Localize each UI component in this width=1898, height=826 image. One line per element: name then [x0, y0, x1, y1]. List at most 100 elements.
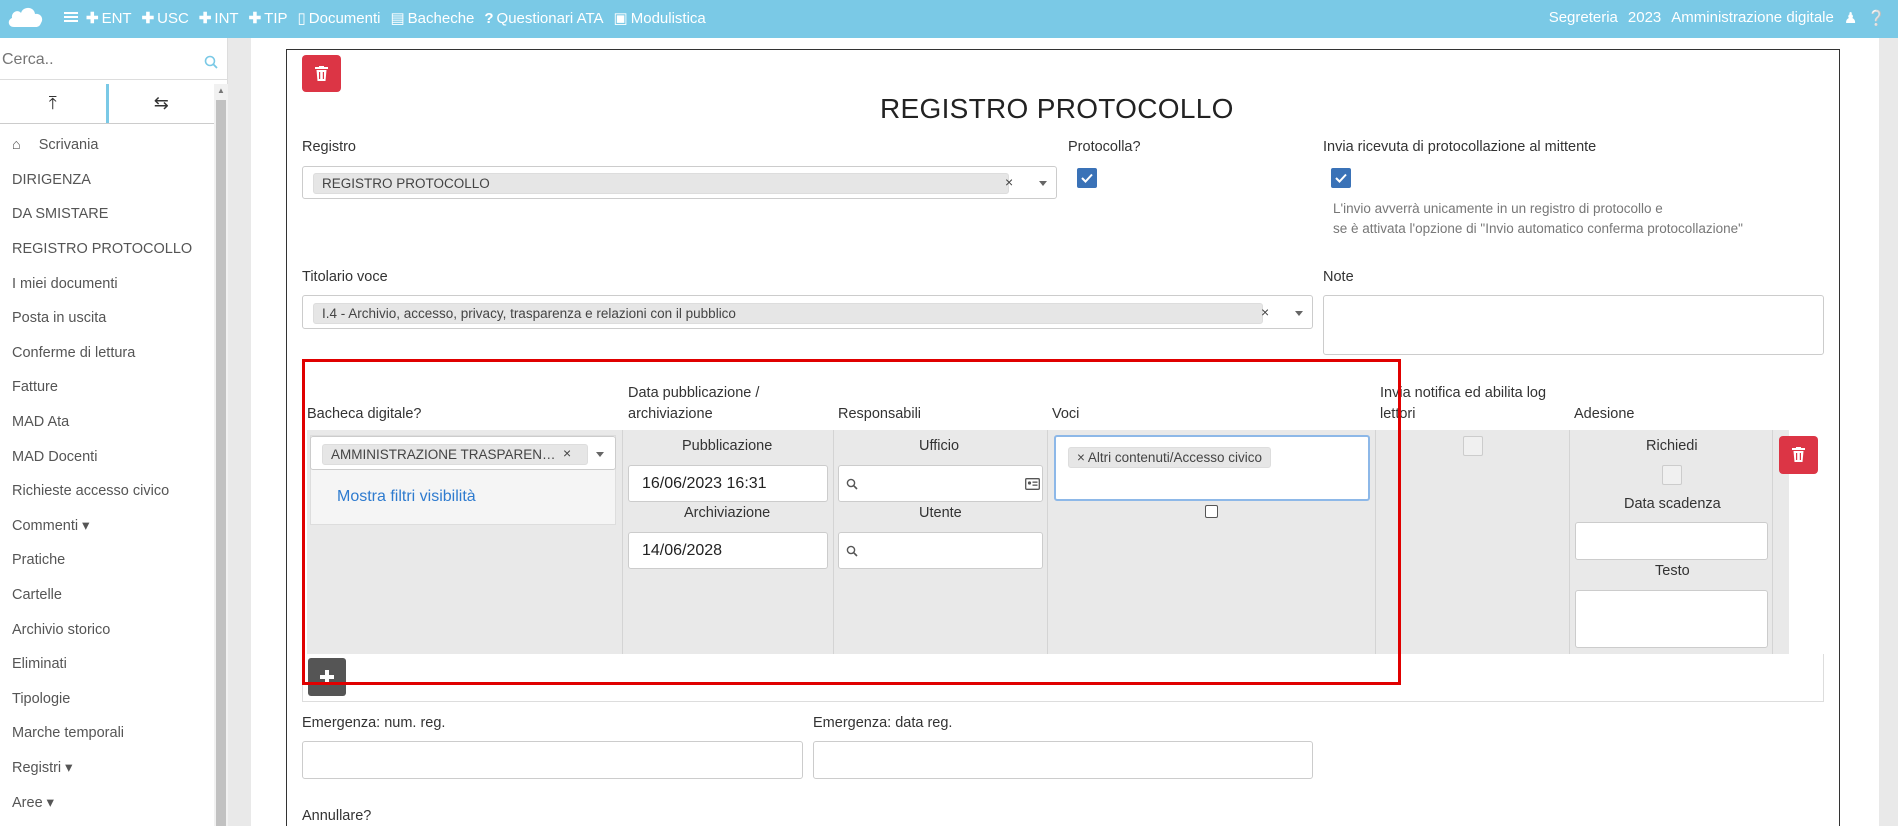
scroll-up-icon[interactable]: ▲ — [217, 86, 225, 95]
ricevuta-hint-2: se è attivata l'opzione di "Invio automa… — [1333, 221, 1743, 236]
upload-arrow-icon: ⤒ — [48, 93, 57, 113]
sidebar-item-commenti[interactable]: Commenti ▾ — [0, 509, 214, 544]
sidebar-item-mad-docenti[interactable]: MAD Docenti — [0, 439, 214, 474]
nav-questionari[interactable]: ? Questionari ATA — [484, 9, 603, 27]
year-link[interactable]: 2023 — [1628, 9, 1661, 27]
ricevuta-hint-1: L'invio avverrà unicamente in un registr… — [1333, 201, 1663, 216]
sidebar-item-mad-ata[interactable]: MAD Ata — [0, 405, 214, 440]
sidebar-item-miei-documenti[interactable]: I miei documenti — [0, 266, 214, 301]
column-divider — [1772, 430, 1773, 654]
document-icon: ▯ — [297, 10, 306, 27]
sidebar-item-registri[interactable]: Registri ▾ — [0, 751, 214, 786]
home-icon: ⌂ — [12, 137, 21, 154]
sidebar-item-dirigenza[interactable]: DIRIGENZA — [0, 163, 214, 198]
check-icon — [1081, 173, 1093, 183]
richiedi-checkbox[interactable] — [1662, 465, 1682, 485]
ricevuta-checkbox[interactable] — [1331, 168, 1351, 188]
search-icon[interactable] — [204, 55, 218, 69]
note-textarea[interactable] — [1323, 295, 1824, 355]
admin-link[interactable]: Amministrazione digitale — [1671, 9, 1834, 27]
sidebar-item-da-smistare[interactable]: DA SMISTARE — [0, 197, 214, 232]
trash-icon — [315, 66, 328, 81]
sidebar-item-archivio-storico[interactable]: Archivio storico — [0, 612, 214, 647]
sidebar-item-pratiche[interactable]: Pratiche — [0, 543, 214, 578]
titolario-label: Titolario voce — [302, 269, 388, 285]
sidebar-item-posta-uscita[interactable]: Posta in uscita — [0, 301, 214, 336]
note-label: Note — [1323, 269, 1354, 285]
top-nav: ✚ ENT ✚ USC ✚ INT ✚ TIP ▯ Documenti ▤ Bacheche… — [86, 9, 706, 28]
scrollbar-thumb[interactable] — [216, 100, 226, 826]
user-icon[interactable]: ♟ — [1844, 9, 1857, 27]
emergenza-num-label: Emergenza: num. reg. — [302, 715, 446, 731]
sidebar-menu: ⌂ Scrivania DIRIGENZA DA SMISTARE REGISTR… — [0, 128, 214, 820]
refresh-cycle-icon: ⇆ — [153, 93, 169, 113]
testo-label: Testo — [1655, 563, 1690, 579]
registro-select[interactable]: REGISTRO PROTOCOLLO × — [302, 166, 1057, 199]
adesione-header: Adesione — [1574, 406, 1635, 422]
nav-int[interactable]: ✚ INT — [198, 9, 239, 28]
nav-documenti[interactable]: ▯ Documenti — [297, 9, 381, 28]
sidebar-item-conferme-lettura[interactable]: Conferme di lettura — [0, 336, 214, 371]
data-scadenza-label: Data scadenza — [1624, 496, 1721, 512]
upload-tab[interactable]: ⤒ — [0, 84, 109, 123]
sidebar-item-fatture[interactable]: Fatture — [0, 370, 214, 405]
titolario-select[interactable]: I.4 - Archivio, accesso, privacy, traspa… — [302, 295, 1313, 329]
sidebar-item-tipologie[interactable]: Tipologie — [0, 682, 214, 717]
delete-row-button[interactable] — [1779, 436, 1818, 474]
protocolla-label: Protocolla? — [1068, 139, 1141, 155]
nav-bacheche[interactable]: ▤ Bacheche — [390, 9, 474, 28]
notifica-checkbox[interactable] — [1463, 436, 1483, 456]
form-icon: ▣ — [613, 10, 628, 27]
top-right-nav: Segreteria 2023 Amministrazione digitale… — [1549, 9, 1886, 27]
protocolla-checkbox[interactable] — [1077, 168, 1097, 188]
plus-icon: ✚ — [141, 10, 155, 27]
titolario-tag: I.4 - Archivio, accesso, privacy, traspa… — [313, 303, 1263, 324]
trash-icon — [1792, 447, 1805, 462]
emergenza-data-label: Emergenza: data reg. — [813, 715, 953, 731]
chevron-down-icon[interactable] — [1039, 181, 1047, 186]
hamburger-menu-icon[interactable] — [64, 10, 78, 24]
registro-label: Registro — [302, 139, 356, 155]
chevron-down-icon[interactable] — [1295, 311, 1303, 316]
sidebar: ⤒ ⇆ ⌂Scrivania DIRIGENZA DA SMISTARE REG… — [0, 38, 228, 826]
registro-tag: REGISTRO PROTOCOLLO — [313, 173, 1009, 194]
nav-usc[interactable]: ✚ USC — [141, 9, 189, 28]
notifica-header-line1: Invia notifica ed abilita log — [1380, 385, 1547, 401]
check-icon — [1335, 173, 1347, 183]
clear-registro-icon[interactable]: × — [1005, 174, 1013, 190]
emergenza-data-input[interactable] — [813, 741, 1313, 779]
richiedi-label: Richiedi — [1646, 438, 1698, 454]
data-scadenza-input[interactable] — [1575, 522, 1768, 560]
cloud-logo-icon[interactable] — [6, 3, 46, 29]
sidebar-item-aree[interactable]: Aree ▾ — [0, 785, 214, 820]
sidebar-tabs: ⤒ ⇆ — [0, 84, 214, 124]
annullare-label: Annullare? — [302, 808, 372, 824]
sidebar-item-cartelle[interactable]: Cartelle — [0, 578, 214, 613]
sidebar-item-marche-temporali[interactable]: Marche temporali — [0, 716, 214, 751]
highlight-box — [302, 359, 1401, 685]
sidebar-scrollbar[interactable]: ▲ — [214, 84, 228, 826]
page-title: REGISTRO PROTOCOLLO — [880, 93, 1234, 124]
delete-button[interactable] — [302, 55, 341, 92]
plus-icon: ✚ — [198, 10, 212, 27]
nav-ent[interactable]: ✚ ENT — [86, 9, 132, 28]
search-input[interactable] — [2, 51, 192, 69]
testo-textarea[interactable] — [1575, 590, 1768, 648]
office-link[interactable]: Segreteria — [1549, 9, 1618, 27]
sidebar-item-registro-protocollo[interactable]: REGISTRO PROTOCOLLO — [0, 232, 214, 267]
sidebar-item-scrivania[interactable]: ⌂ Scrivania — [0, 128, 214, 163]
nav-tip[interactable]: ✚ TIP — [248, 9, 288, 28]
emergenza-num-input[interactable] — [302, 741, 803, 779]
column-divider — [1569, 430, 1570, 654]
sidebar-item-accesso-civico[interactable]: Richieste accesso civico — [0, 474, 214, 509]
clear-titolario-icon[interactable]: × — [1261, 304, 1269, 320]
plus-icon: ✚ — [86, 10, 99, 27]
nav-modulistica[interactable]: ▣ Modulistica — [613, 9, 706, 28]
sidebar-item-eliminati[interactable]: Eliminati — [0, 647, 214, 682]
retweet-tab[interactable]: ⇆ — [109, 84, 215, 123]
ricevuta-label: Invia ricevuta di protocollazione al mit… — [1323, 139, 1597, 155]
plus-icon: ✚ — [248, 10, 262, 27]
question-icon: ? — [484, 9, 494, 27]
help-icon[interactable]: ❔ — [1867, 9, 1886, 27]
top-bar: ✚ ENT ✚ USC ✚ INT ✚ TIP ▯ Documenti ▤ Bacheche… — [0, 0, 1898, 38]
